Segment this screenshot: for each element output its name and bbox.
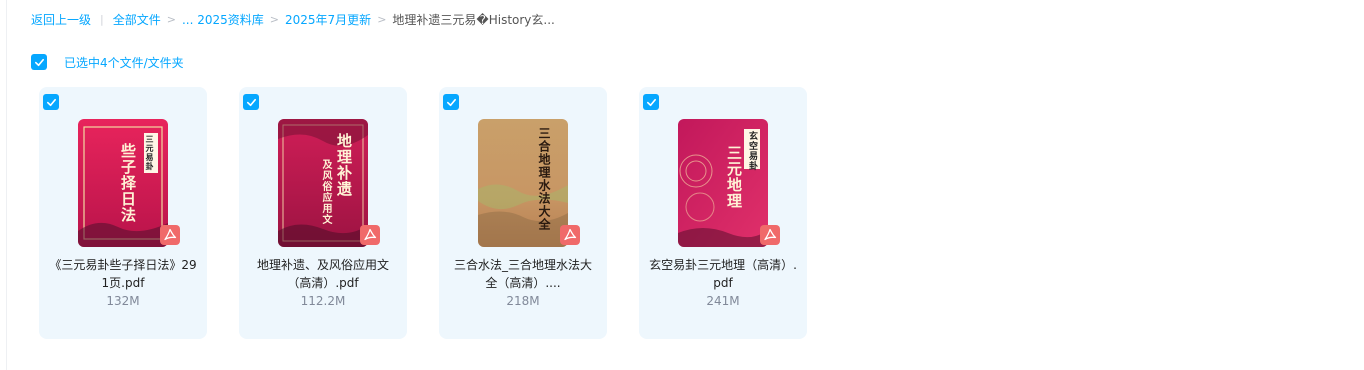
select-all-checkbox[interactable] xyxy=(31,54,47,70)
breadcrumb-all-files[interactable]: 全部文件 xyxy=(113,11,161,28)
file-size: 132M xyxy=(106,294,140,308)
breadcrumb-separator: > xyxy=(377,12,387,26)
breadcrumb-separator: > xyxy=(269,12,279,26)
back-link[interactable]: 返回上一级 xyxy=(31,11,91,28)
breadcrumb-divider: | xyxy=(100,12,104,26)
file-card[interactable]: 三元地理 玄空易卦 玄空易卦三元地理（高清）.pdf 241M xyxy=(639,87,807,339)
breadcrumb-month[interactable]: 2025年7月更新 xyxy=(285,11,371,28)
panel-divider xyxy=(6,0,7,370)
file-card[interactable]: 地理补遗 及风俗应用文 地理补遗、及风俗应用文（高清）.pdf 112.2M xyxy=(239,87,407,339)
file-thumbnail[interactable]: 些子择日法 三元易卦 xyxy=(78,119,180,247)
check-icon xyxy=(34,58,44,66)
file-thumbnail[interactable]: 三元地理 玄空易卦 xyxy=(678,119,780,247)
cover-subtitle: 玄空易卦 xyxy=(747,131,757,171)
file-name[interactable]: 玄空易卦三元地理（高清）.pdf xyxy=(649,256,797,292)
cover-subtitle: 及风俗应用文 xyxy=(320,159,331,225)
file-thumbnail[interactable]: 地理补遗 及风俗应用文 xyxy=(278,119,380,247)
book-cover-image xyxy=(478,119,568,247)
file-thumbnail[interactable]: 三合地理水法大全 xyxy=(478,119,580,247)
breadcrumb-current: 地理补遗三元易�History玄... xyxy=(392,12,555,27)
cover-title: 三合地理水法大全 xyxy=(537,127,551,231)
file-size: 218M xyxy=(506,294,540,308)
check-icon xyxy=(446,98,456,106)
cover-title: 三元地理 xyxy=(725,145,743,209)
selection-count: 已选中4个文件/文件夹 xyxy=(64,55,184,70)
breadcrumb-separator: > xyxy=(166,12,176,26)
pdf-icon xyxy=(760,225,780,245)
selection-bar: 已选中4个文件/文件夹 xyxy=(31,53,184,71)
file-card[interactable]: 三合地理水法大全 三合水法_三合地理水法大全（高清）.... 218M xyxy=(439,87,607,339)
file-card[interactable]: 些子择日法 三元易卦 《三元易卦些子择日法》291页.pdf 132M xyxy=(39,87,207,339)
breadcrumb: 返回上一级 | 全部文件 > ... 2025资料库 > 2025年7月更新 >… xyxy=(31,10,555,28)
pdf-icon xyxy=(160,225,180,245)
file-checkbox[interactable] xyxy=(443,94,459,110)
file-name[interactable]: 地理补遗、及风俗应用文（高清）.pdf xyxy=(249,256,397,292)
check-icon xyxy=(46,98,56,106)
file-checkbox[interactable] xyxy=(243,94,259,110)
pdf-icon xyxy=(560,225,580,245)
cover-title: 地理补遗 xyxy=(335,133,353,197)
file-size: 112.2M xyxy=(300,294,346,308)
check-icon xyxy=(646,98,656,106)
file-name[interactable]: 三合水法_三合地理水法大全（高清）.... xyxy=(449,256,597,292)
cover-subtitle: 三元易卦 xyxy=(145,135,155,171)
pdf-icon xyxy=(360,225,380,245)
breadcrumb-library[interactable]: ... 2025资料库 xyxy=(182,11,264,28)
cover-title: 些子择日法 xyxy=(119,143,137,223)
file-name[interactable]: 《三元易卦些子择日法》291页.pdf xyxy=(49,256,197,292)
file-size: 241M xyxy=(706,294,740,308)
file-grid: 些子择日法 三元易卦 《三元易卦些子择日法》291页.pdf 132M 地理补遗… xyxy=(39,87,839,339)
check-icon xyxy=(246,98,256,106)
file-checkbox[interactable] xyxy=(43,94,59,110)
file-checkbox[interactable] xyxy=(643,94,659,110)
